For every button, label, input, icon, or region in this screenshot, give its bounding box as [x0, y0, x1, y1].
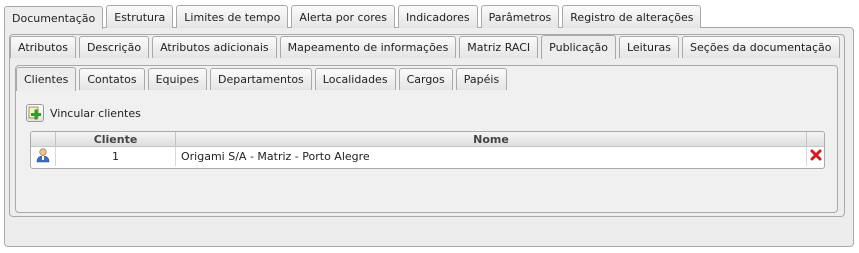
- tab-papeis[interactable]: Papéis: [455, 68, 508, 90]
- add-link-icon: [28, 106, 41, 120]
- client-name-cell: Origami S/A - Matriz - Porto Alegre: [175, 146, 807, 166]
- column-header-cliente[interactable]: Cliente: [55, 132, 176, 147]
- tab-departamentos[interactable]: Departamentos: [210, 68, 312, 90]
- tab-matriz-raci[interactable]: Matriz RACI: [459, 36, 539, 58]
- clients-toolbar: Vincular clientes: [26, 103, 141, 123]
- tab-atributos-adicionais[interactable]: Atributos adicionais: [152, 36, 277, 58]
- sub-tabs: Atributos Descrição Atributos adicionais…: [10, 35, 840, 59]
- tab-mapeamento-de-informacoes[interactable]: Mapeamento de informações: [279, 36, 457, 58]
- tab-descricao[interactable]: Descrição: [78, 36, 150, 58]
- tab-localidades[interactable]: Localidades: [314, 68, 396, 90]
- tab-cargos[interactable]: Cargos: [398, 68, 453, 90]
- clients-table: Cliente Nome 1 Origami S/A - Matriz - Po…: [30, 131, 825, 169]
- tab-indicadores[interactable]: Indicadores: [398, 5, 478, 28]
- tab-alerta-por-cores[interactable]: Alerta por cores: [291, 5, 396, 28]
- tab-estrutura[interactable]: Estrutura: [106, 5, 174, 28]
- tab-container: Documentação Estrutura Limites de tempo …: [4, 5, 854, 247]
- user-icon: [36, 148, 50, 163]
- action-column-header: [806, 132, 824, 147]
- publication-tabs: Clientes Contatos Equipes Departamentos …: [16, 67, 508, 91]
- table-row[interactable]: 1 Origami S/A - Matriz - Porto Alegre: [31, 146, 824, 166]
- tab-clientes[interactable]: Clientes: [16, 67, 77, 91]
- tab-limites-de-tempo[interactable]: Limites de tempo: [176, 5, 289, 28]
- main-tabs: Documentação Estrutura Limites de tempo …: [4, 5, 702, 29]
- tab-atributos[interactable]: Atributos: [10, 36, 76, 58]
- tab-publicacao[interactable]: Publicação: [541, 35, 616, 59]
- icon-column-header: [31, 132, 56, 147]
- table-header-row: Cliente Nome: [31, 132, 824, 147]
- column-header-nome[interactable]: Nome: [175, 132, 807, 147]
- tab-registro-de-alteracoes[interactable]: Registro de alterações: [562, 5, 702, 28]
- tab-contatos[interactable]: Contatos: [79, 68, 145, 90]
- tab-leituras[interactable]: Leituras: [618, 36, 680, 58]
- link-clients-label[interactable]: Vincular clientes: [50, 107, 141, 120]
- client-id-cell: 1: [55, 146, 176, 166]
- delete-icon[interactable]: [810, 149, 822, 161]
- tab-parametros[interactable]: Parâmetros: [480, 5, 560, 28]
- link-clients-button[interactable]: [26, 104, 44, 122]
- tab-equipes[interactable]: Equipes: [147, 68, 208, 90]
- tab-documentacao[interactable]: Documentação: [4, 6, 104, 29]
- tab-secoes-da-documentacao[interactable]: Seções da documentação: [682, 36, 840, 58]
